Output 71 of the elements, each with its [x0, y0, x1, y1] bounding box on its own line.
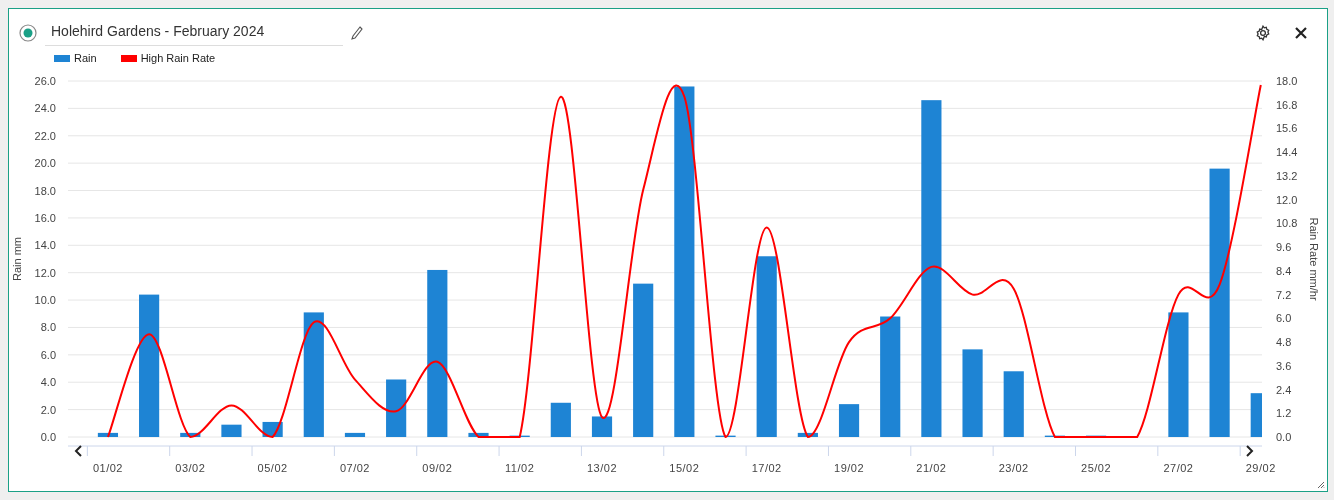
axis-label: 18.0 — [1276, 75, 1298, 87]
axis-label: 13/02 — [587, 462, 617, 474]
axis-label: 13.2 — [1276, 169, 1298, 182]
axis-label: 03/02 — [175, 462, 206, 474]
axis-label: 21/02 — [916, 462, 947, 474]
axis-label: 10.8 — [1276, 217, 1298, 230]
axis-label: 0.0 — [1276, 431, 1292, 443]
bar — [386, 379, 407, 437]
legend-swatch — [54, 54, 70, 62]
axis-label: 20.0 — [34, 157, 56, 170]
axis-label: 16.8 — [1276, 98, 1298, 111]
axis-label: 15/02 — [669, 462, 700, 474]
axis-label: 4.8 — [1276, 336, 1292, 349]
axis-label: 09/02 — [422, 462, 453, 474]
axis-label: 17/02 — [751, 462, 782, 474]
legend-swatch — [120, 54, 137, 62]
bar — [97, 432, 118, 437]
bar — [468, 432, 489, 437]
close-icon[interactable] — [1295, 26, 1307, 39]
axis-label: 9.6 — [1276, 241, 1292, 254]
axis-label: 19/02 — [834, 462, 865, 474]
bar — [797, 432, 818, 437]
axis-label: 2.4 — [1276, 383, 1292, 396]
bar — [180, 432, 201, 437]
axis-label: 05/02 — [257, 462, 288, 474]
axis-label: 01/02 — [92, 462, 123, 474]
resize-handle-icon[interactable] — [1317, 481, 1325, 489]
bar — [838, 404, 860, 437]
radio-icon[interactable] — [19, 23, 37, 42]
axis-label: 11/02 — [505, 462, 535, 474]
bar — [550, 402, 571, 437]
axis-label: 2.0 — [40, 403, 56, 416]
axis-label: 24.0 — [34, 102, 56, 115]
legend-label[interactable]: Rain — [74, 49, 97, 67]
axis-label: 1.2 — [1276, 407, 1292, 420]
bar — [221, 424, 242, 437]
settings-icon[interactable] — [1255, 24, 1271, 41]
pencil-icon[interactable] — [351, 25, 363, 40]
axis-label: 26.0 — [34, 75, 56, 87]
chevron-right-icon[interactable] — [1246, 445, 1254, 457]
axis-label: 18.0 — [34, 184, 56, 197]
axis-label: 8.0 — [40, 321, 56, 334]
axis-title: Rain Rate mm/hr — [1308, 217, 1320, 301]
axis-label: 4.0 — [40, 376, 56, 389]
chevron-left-icon[interactable] — [74, 445, 82, 457]
bar — [344, 432, 366, 437]
axis-label: 29/02 — [1245, 462, 1276, 474]
axis-label: 14.4 — [1276, 146, 1298, 159]
axis-label: 12.0 — [34, 266, 56, 279]
bar — [1250, 393, 1262, 437]
bar — [1003, 371, 1024, 437]
axis-label: 12.0 — [1276, 193, 1298, 206]
axis-label: 10.0 — [34, 294, 56, 307]
axis-label: 22.0 — [34, 129, 56, 142]
axis-label: 27/02 — [1163, 462, 1194, 474]
axis-label: 15.6 — [1276, 122, 1298, 135]
axis-label: 16.0 — [34, 211, 56, 224]
axis-label: 25/02 — [1081, 462, 1112, 474]
axis-label: 3.6 — [1276, 359, 1292, 372]
axis-label: 6.0 — [40, 348, 56, 361]
axis-label: 7.2 — [1276, 288, 1292, 301]
axis-label: 0.0 — [40, 431, 56, 443]
bar — [591, 416, 613, 437]
axis-label: 07/02 — [339, 462, 370, 474]
axis-label: 14.0 — [34, 239, 56, 252]
legend-label[interactable]: High Rain Rate — [140, 49, 216, 67]
axis-label: 8.4 — [1276, 264, 1292, 277]
axis-label: 23/02 — [998, 462, 1029, 474]
axis-title: Rain mm — [11, 237, 23, 281]
title-field[interactable]: Holehird Gardens - February 2024 — [45, 19, 343, 46]
axis-label: 6.0 — [1276, 312, 1292, 325]
